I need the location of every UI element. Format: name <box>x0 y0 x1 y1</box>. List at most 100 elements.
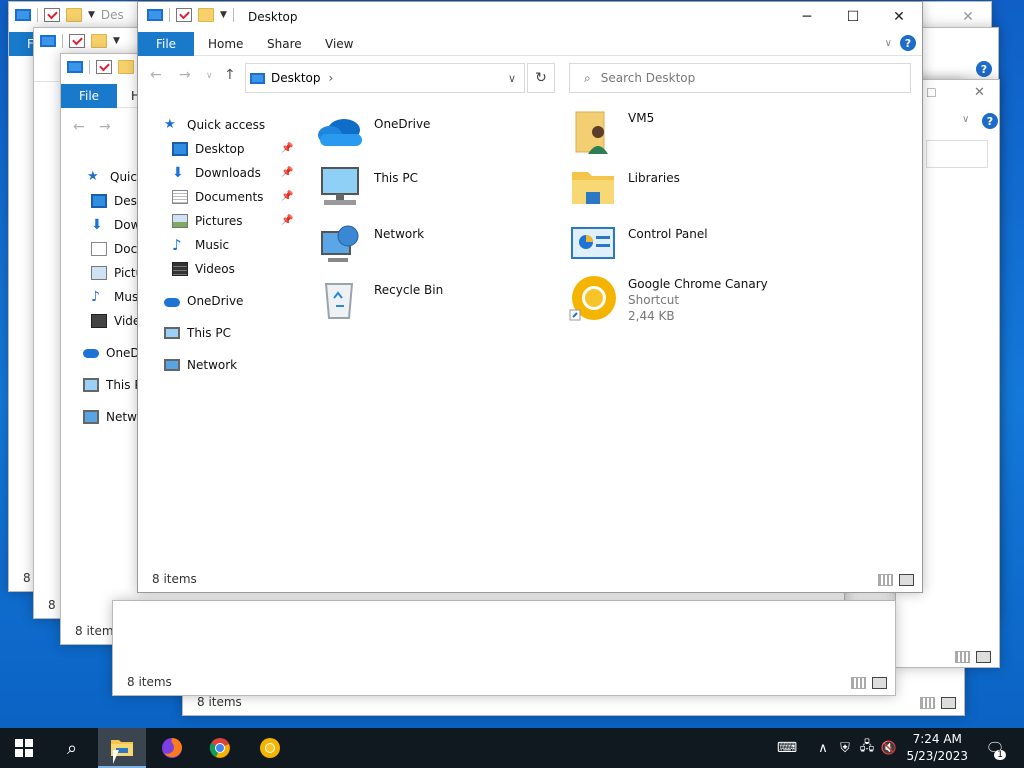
navigation-pane: ★ Quick access Desktop 📌 ⬇ Downloads 📌 D… <box>138 99 308 562</box>
content-item-libraries[interactable]: Libraries <box>568 164 680 212</box>
nav-pictures[interactable]: Pictu <box>91 262 143 284</box>
expand-ribbon-icon[interactable]: ∨ <box>962 114 969 125</box>
file-tab[interactable]: File <box>138 32 194 56</box>
customize-chevron-icon[interactable]: ▼ <box>113 36 120 46</box>
chrome-canary-icon <box>260 738 280 758</box>
nav-onedrive[interactable]: OneDrive <box>164 290 243 312</box>
nav-videos[interactable]: Videos <box>172 258 235 280</box>
home-tab[interactable]: Home <box>208 37 243 51</box>
file-tab[interactable]: File <box>61 84 117 108</box>
help-icon[interactable]: ? <box>982 113 998 129</box>
content-item-vm5[interactable]: VM5 <box>568 110 654 158</box>
forward-arrow-icon[interactable]: → <box>179 67 191 83</box>
chrome-taskbar-button[interactable] <box>196 728 244 768</box>
details-view-icon[interactable] <box>955 651 970 663</box>
nav-pictures[interactable]: Pictures <box>172 210 243 232</box>
help-icon[interactable]: ? <box>976 61 992 77</box>
customize-chevron-icon[interactable]: ▼ <box>88 10 95 20</box>
details-view-icon[interactable] <box>851 677 866 689</box>
nav-this-pc[interactable]: This PC <box>164 322 231 344</box>
minimize-button[interactable]: ─ <box>784 2 830 32</box>
show-hidden-icons-chevron-icon[interactable]: ∧ <box>812 741 834 756</box>
nav-network[interactable]: Network <box>164 354 237 376</box>
close-button[interactable]: ✕ <box>876 2 922 32</box>
search-box[interactable]: ⌕ Search Desktop <box>569 63 911 93</box>
details-view-icon[interactable] <box>878 574 893 586</box>
large-icons-view-icon[interactable] <box>899 574 914 586</box>
content-item-recycle-bin[interactable]: Recycle Bin <box>314 276 443 324</box>
volume-muted-icon[interactable]: 🔇 <box>878 741 900 756</box>
help-icon[interactable]: ? <box>900 35 916 51</box>
pictures-icon <box>91 266 107 280</box>
close-button[interactable]: ✕ <box>974 85 985 100</box>
properties-icon[interactable] <box>69 34 85 48</box>
nav-documents[interactable]: Documents <box>172 186 263 208</box>
properties-icon[interactable] <box>96 60 112 74</box>
recent-locations-chevron-icon[interactable]: ∨ <box>206 71 213 81</box>
maximize-button[interactable]: ☐ <box>926 86 937 100</box>
breadcrumb-chevron-icon[interactable]: › <box>329 71 334 85</box>
action-center-button[interactable]: 🗨 1 <box>978 728 1012 768</box>
nav-music[interactable]: ♪ Music <box>172 234 229 256</box>
new-folder-icon[interactable] <box>66 8 82 22</box>
status-bar: 8 items <box>113 669 895 695</box>
nav-music[interactable]: ♪ Mus <box>91 286 138 308</box>
nav-downloads[interactable]: ⬇ Downloads <box>172 162 261 184</box>
properties-icon[interactable] <box>176 8 192 22</box>
content-item-chrome-canary[interactable]: Google Chrome Canary Shortcut 2,44 KB <box>568 272 768 324</box>
start-button[interactable] <box>0 728 48 768</box>
chrome-canary-taskbar-button[interactable] <box>246 728 294 768</box>
customize-chevron-icon[interactable]: ▼ <box>220 10 227 20</box>
up-arrow-icon[interactable]: ↑ <box>224 67 236 83</box>
file-explorer-taskbar-button[interactable] <box>98 728 146 768</box>
details-view-icon[interactable] <box>920 697 935 709</box>
nav-network[interactable]: Netwo <box>83 406 144 428</box>
item-name: Network <box>374 227 425 241</box>
large-icons-view-icon[interactable] <box>976 651 991 663</box>
explorer-window-active[interactable]: ▼ Desktop ─ ☐ ✕ File Home Share View ∨ ?… <box>137 1 923 593</box>
address-dropdown-icon[interactable]: ∨ <box>508 72 516 85</box>
keyboard-icon[interactable]: ⌨ <box>772 740 802 756</box>
search-box[interactable] <box>926 140 988 168</box>
content-item-onedrive[interactable]: OneDrive <box>314 110 430 158</box>
pin-icon[interactable]: 📌 <box>281 167 293 178</box>
address-location[interactable]: Desktop <box>271 71 321 85</box>
security-icon[interactable]: ⛨ <box>834 741 856 756</box>
expand-ribbon-icon[interactable]: ∨ <box>885 38 892 49</box>
back-arrow-icon[interactable]: ← <box>150 67 162 83</box>
nav-this-pc[interactable]: This P <box>83 374 142 396</box>
maximize-button[interactable]: ☐ <box>830 2 876 32</box>
share-tab[interactable]: Share <box>267 37 302 51</box>
nav-quick-access[interactable]: ★ Quick <box>87 166 144 188</box>
address-bar[interactable]: Desktop › ∨ <box>245 63 525 93</box>
nav-downloads[interactable]: ⬇ Dow <box>91 214 140 236</box>
properties-icon[interactable] <box>44 8 60 22</box>
firefox-taskbar-button[interactable] <box>148 728 196 768</box>
network-status-icon[interactable]: 🖧 <box>856 737 878 759</box>
new-folder-icon[interactable] <box>91 34 107 48</box>
nav-desktop[interactable]: Desk <box>91 190 144 212</box>
title-bar[interactable]: ▼ Desktop ─ ☐ ✕ <box>138 2 922 32</box>
nav-videos[interactable]: Vide <box>91 310 140 332</box>
pin-icon[interactable]: 📌 <box>281 143 293 154</box>
new-folder-icon[interactable] <box>198 8 214 22</box>
explorer-window-back-6[interactable]: 8 items <box>112 600 896 696</box>
clock[interactable]: 7:24 AM 5/23/2023 <box>906 731 968 765</box>
large-icons-view-icon[interactable] <box>941 697 956 709</box>
content-item-control-panel[interactable]: Control Panel <box>568 220 708 268</box>
forward-arrow-icon[interactable]: → <box>99 119 111 135</box>
refresh-button[interactable]: ↻ <box>527 63 555 93</box>
pin-icon[interactable]: 📌 <box>281 215 293 226</box>
windows-logo-icon <box>15 739 33 757</box>
nav-quick-access[interactable]: ★ Quick access <box>164 114 265 136</box>
pin-icon[interactable]: 📌 <box>281 191 293 202</box>
content-item-network[interactable]: Network <box>314 220 424 268</box>
view-tab[interactable]: View <box>325 37 353 51</box>
back-arrow-icon[interactable]: ← <box>73 119 85 135</box>
search-button[interactable]: ⌕ <box>48 728 96 768</box>
content-item-this-pc[interactable]: This PC <box>314 164 418 212</box>
large-icons-view-icon[interactable] <box>872 677 887 689</box>
nav-onedrive[interactable]: OneD <box>83 342 140 364</box>
new-folder-icon[interactable] <box>118 60 134 74</box>
nav-desktop[interactable]: Desktop <box>172 138 245 160</box>
